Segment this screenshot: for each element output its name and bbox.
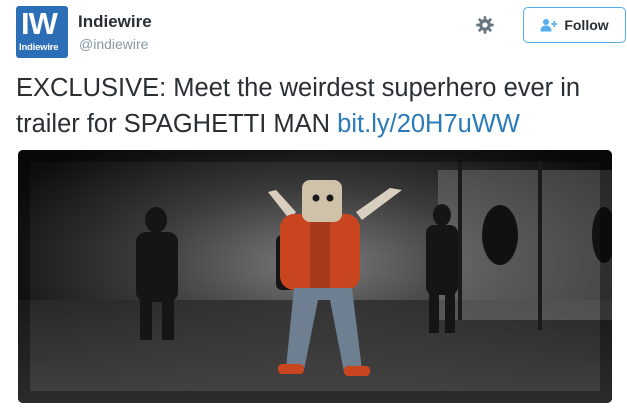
tweet-link[interactable]: bit.ly/20H7uWW	[337, 110, 520, 138]
follow-label: Follow	[564, 17, 609, 33]
tweet-text: EXCLUSIVE: Meet the weirdest superhero e…	[16, 70, 611, 142]
user-handle[interactable]: @indiewire	[79, 36, 148, 52]
tweet-header: IW Indiewire Indiewire @indiewire Follow	[16, 6, 626, 58]
display-name[interactable]: Indiewire	[78, 12, 152, 32]
follow-button[interactable]: Follow	[523, 7, 626, 43]
media-image[interactable]	[18, 150, 612, 403]
avatar-logo-text: IW	[21, 6, 58, 41]
avatar-logo-subtext: Indiewire	[19, 42, 59, 53]
avatar[interactable]: IW Indiewire	[16, 6, 68, 58]
add-person-icon	[540, 18, 558, 32]
gear-icon[interactable]	[473, 13, 497, 37]
